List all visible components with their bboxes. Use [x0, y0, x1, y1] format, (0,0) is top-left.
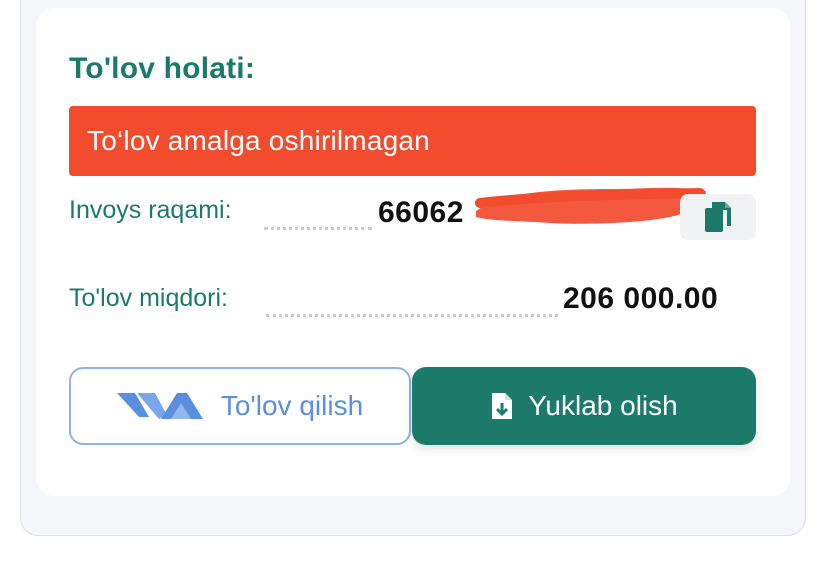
copy-icon: [705, 202, 731, 232]
status-text: To‘lov amalga oshirilmagan: [87, 125, 430, 156]
invoice-dotted-leader: [264, 227, 372, 230]
amount-value: 206 000.00: [563, 282, 719, 315]
invoice-label: Invoys raqami:: [69, 196, 232, 224]
status-banner: To‘lov amalga oshirilmagan: [69, 106, 756, 176]
invoice-number: 66062: [378, 196, 464, 229]
pay-button[interactable]: To'lov qilish: [69, 367, 411, 445]
copy-invoice-button[interactable]: [680, 194, 756, 240]
amount-dotted-leader: [266, 314, 558, 317]
pay-button-label: To'lov qilish: [220, 390, 364, 421]
payment-status-title: To'lov holati:: [69, 52, 256, 85]
payment-provider-logo-icon: [116, 393, 203, 419]
redaction-scribble: [475, 187, 706, 224]
download-button-label: Yuklab olish: [528, 390, 678, 421]
download-button[interactable]: Yuklab olish: [412, 367, 756, 445]
amount-label: To'lov miqdori:: [69, 284, 228, 312]
file-download-icon: [492, 393, 513, 419]
